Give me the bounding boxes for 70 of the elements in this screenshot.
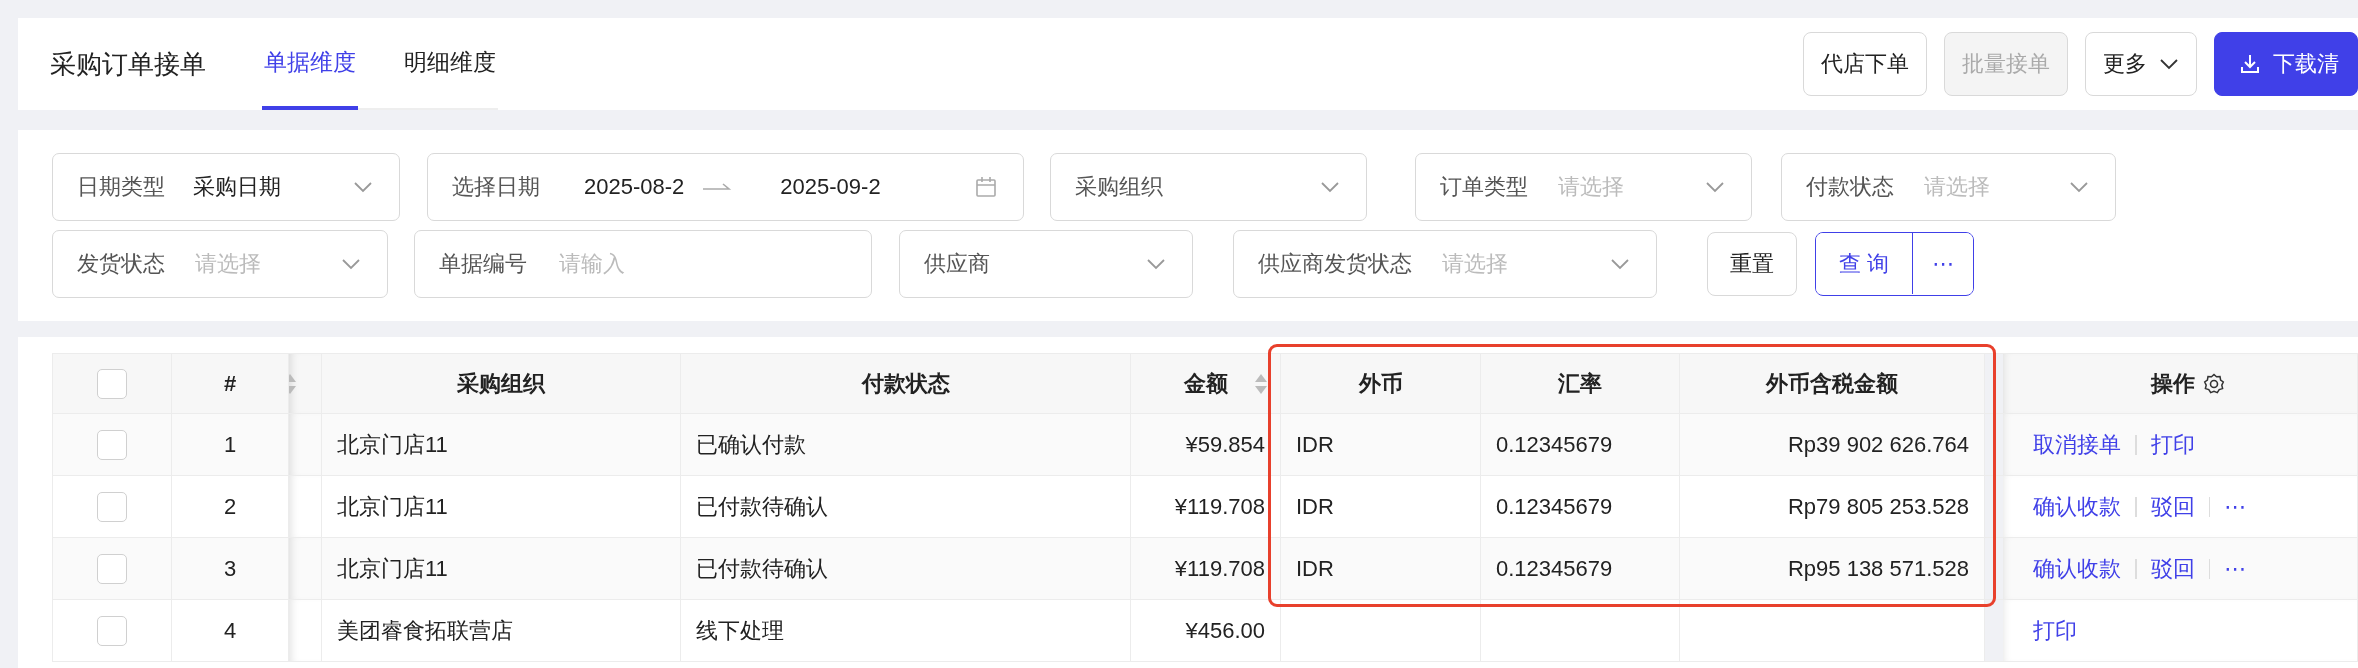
tab[interactable]: 明细维度 <box>402 18 498 110</box>
table-cell: 美团睿食拓联营店 <box>322 600 681 662</box>
action-link[interactable]: 确认收款 <box>2033 553 2121 584</box>
table-cell: 已确认付款 <box>681 414 1131 476</box>
table-cell: IDR <box>1281 414 1481 476</box>
chevron-down-icon <box>1146 258 1166 270</box>
chevron-down-icon <box>2159 58 2179 70</box>
action-link[interactable]: 确认收款 <box>2033 491 2121 522</box>
column-gap <box>1985 600 2003 662</box>
chevron-down-icon <box>341 258 361 270</box>
action-link[interactable]: 取消接单 <box>2033 429 2121 460</box>
checkbox[interactable] <box>97 615 127 646</box>
action-link[interactable]: 打印 <box>2033 615 2077 646</box>
reset-button[interactable]: 重置 <box>1707 232 1797 296</box>
chevron-down-icon <box>1320 181 1340 193</box>
sort-icon[interactable] <box>1254 373 1268 395</box>
form-field[interactable]: 单据编号 请输入 <box>414 230 872 298</box>
chevron-down-icon <box>1705 181 1725 193</box>
select-field[interactable]: 供应商发货状态 请选择 <box>1233 230 1657 298</box>
table-cell: 线下处理 <box>681 600 1131 662</box>
table-cell: 北京门店11 <box>322 538 681 600</box>
table-cell: ¥119.708 <box>1131 538 1281 600</box>
table-row[interactable]: 4 美团睿食拓联营店 线下处理 ¥456.00 打印 <box>52 600 2358 662</box>
more-actions-link[interactable]: ⋯ <box>2224 493 2247 520</box>
select-field[interactable]: 发货状态 请选择 <box>52 230 388 298</box>
table-cell <box>289 538 322 600</box>
download-button[interactable]: 下载清 <box>2214 32 2358 96</box>
chevron-down-icon <box>1610 258 1630 270</box>
select-field[interactable]: 采购组织 <box>1050 153 1367 221</box>
table-cell: 3 <box>172 538 289 600</box>
column-header: 外币含税金额 <box>1680 353 1985 414</box>
date-range-field[interactable]: 选择日期 2025-08-2 2025-09-2 <box>427 153 1024 221</box>
download-icon <box>2239 53 2261 75</box>
column-header: 操作 <box>2003 353 2358 414</box>
column-header: 付款状态 <box>681 353 1131 414</box>
table-row[interactable]: 3 北京门店11 已付款待确认 ¥119.708 IDR 0.12345679 Rp95 138 571.528 确认收款 驳回 ⋯ <box>52 538 2358 600</box>
table-cell: 4 <box>172 600 289 662</box>
checkbox[interactable] <box>97 368 127 399</box>
more-button[interactable]: 更多 <box>2085 32 2197 96</box>
more-actions-link[interactable]: ⋯ <box>2224 555 2247 582</box>
checkbox[interactable] <box>97 553 127 584</box>
table-cell: 0.12345679 <box>1481 414 1680 476</box>
calendar-icon <box>975 176 997 198</box>
settings-icon[interactable] <box>2202 372 2225 395</box>
checkbox[interactable] <box>97 491 127 522</box>
select-field[interactable]: 供应商 <box>899 230 1193 298</box>
chevron-down-icon <box>353 181 373 193</box>
table-cell: 1 <box>172 414 289 476</box>
action-button[interactable]: 代店下单 <box>1803 32 1927 96</box>
action-link[interactable]: 打印 <box>2150 429 2195 460</box>
checkbox[interactable] <box>97 429 127 460</box>
table-cell: ¥59.854 <box>1131 414 1281 476</box>
action-link[interactable]: 驳回 <box>2150 553 2195 584</box>
select-field[interactable]: 日期类型 采购日期 <box>52 153 400 221</box>
table-cell: 0.12345679 <box>1481 538 1680 600</box>
select-field[interactable]: 付款状态 请选择 <box>1781 153 2116 221</box>
table-cell: 已付款待确认 <box>681 538 1131 600</box>
table-cell <box>289 600 322 662</box>
table-cell: ¥456.00 <box>1131 600 1281 662</box>
column-header: 采购组织 <box>322 353 681 414</box>
chevron-down-icon <box>2069 181 2089 193</box>
table-cell: 北京门店11 <box>322 414 681 476</box>
tab[interactable]: 单据维度 <box>262 18 358 110</box>
action-link[interactable]: 驳回 <box>2150 491 2195 522</box>
table-row[interactable]: 1 北京门店11 已确认付款 ¥59.854 IDR 0.12345679 Rp39 902 626.764 取消接单 打印 <box>52 414 2358 476</box>
page-title: 采购订单接单 <box>50 47 206 81</box>
field-label: 单据编号 <box>439 250 527 278</box>
table-cell: IDR <box>1281 538 1481 600</box>
query-button[interactable]: 查 询 <box>1816 233 1913 294</box>
select-field[interactable]: 订单类型 请选择 <box>1415 153 1752 221</box>
